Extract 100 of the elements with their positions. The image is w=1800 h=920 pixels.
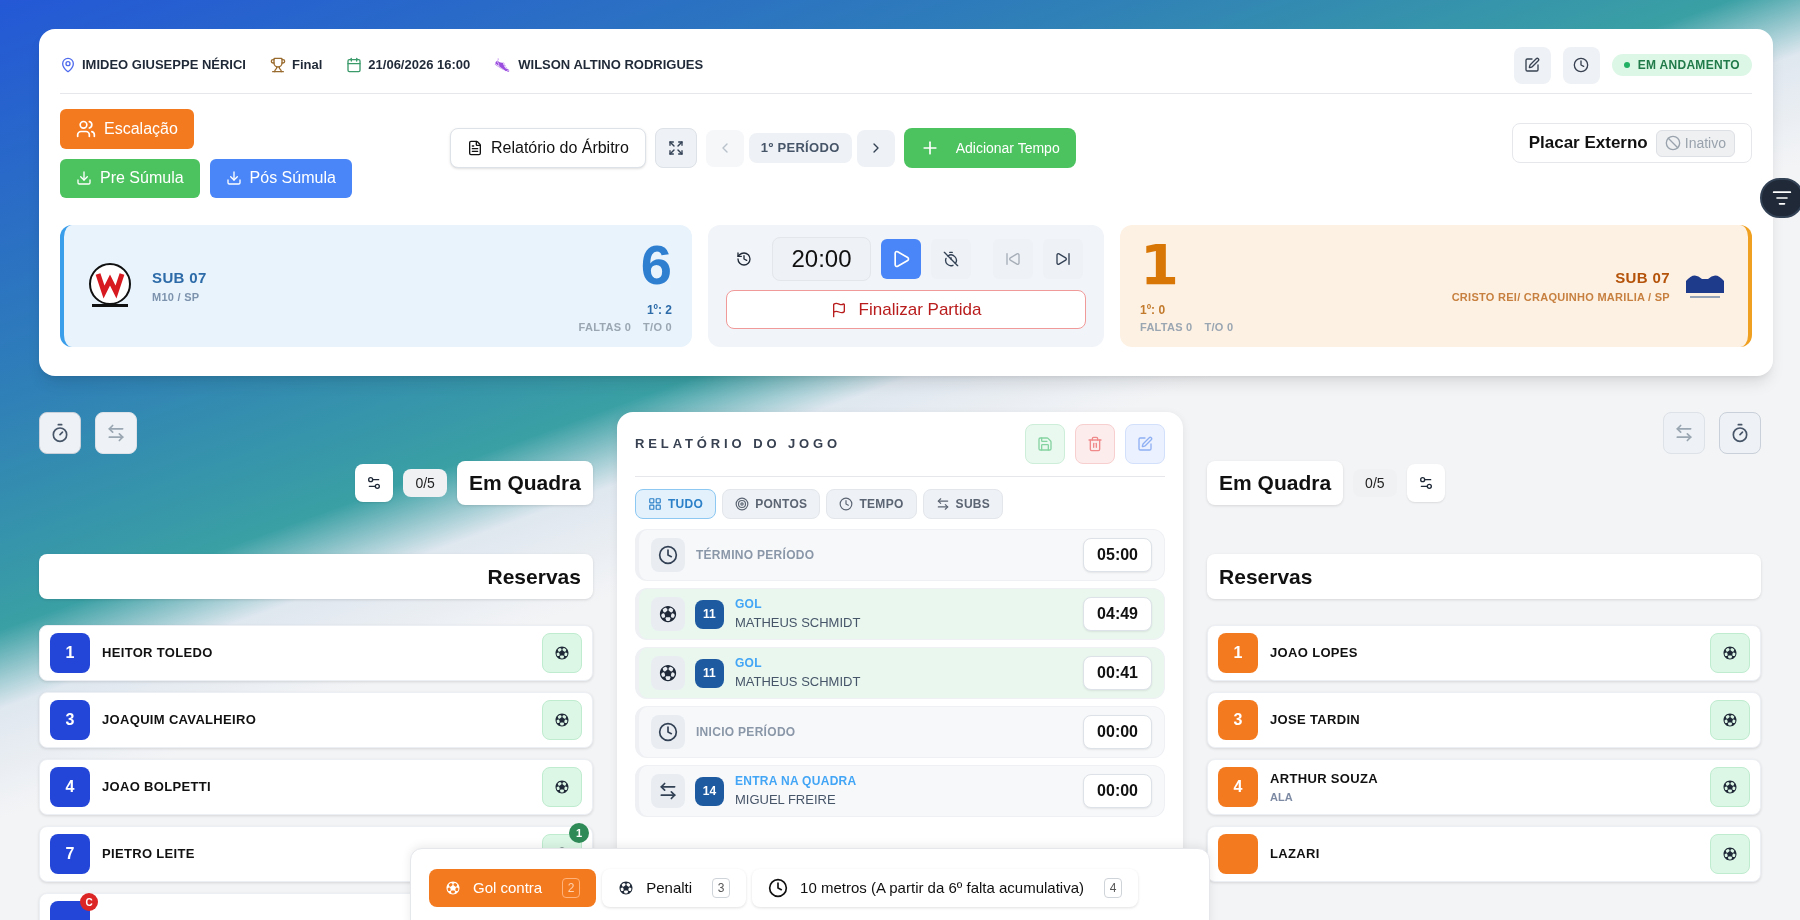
game-clock: 20:00 xyxy=(772,237,871,281)
goal-button[interactable] xyxy=(1710,767,1750,807)
report-title: RELATÓRIO DO JOGO xyxy=(634,435,842,454)
goal-button[interactable] xyxy=(1710,700,1750,740)
filter-tab[interactable]: TUDO xyxy=(634,489,717,519)
skip-back-icon xyxy=(1005,251,1021,267)
download-icon xyxy=(76,170,92,186)
timeouts-count: T/O 0 xyxy=(643,319,672,335)
player-name: JOSE TARDIN xyxy=(1270,711,1361,730)
clock-icon xyxy=(657,545,678,565)
goal-button[interactable] xyxy=(541,700,582,740)
goal-button[interactable] xyxy=(541,633,582,673)
player-name: MIGUEL FREIRE xyxy=(734,791,837,810)
save-icon xyxy=(1037,436,1054,452)
on-court-title: Em Quadra xyxy=(1207,461,1344,505)
goal-count-badge: 1 xyxy=(568,823,589,843)
jersey-number: 3 xyxy=(1218,700,1259,740)
event-type: INICIO PERÍODO xyxy=(695,723,796,741)
settings-button[interactable] xyxy=(1406,464,1445,502)
match-stage: Final xyxy=(292,56,323,75)
event-time: 00:00 xyxy=(1083,715,1153,749)
goal-button[interactable] xyxy=(1710,633,1750,673)
player-name: JOAO LOPES xyxy=(1270,644,1358,663)
play-icon xyxy=(891,249,911,269)
player-name: MATHEUS SCHMIDT xyxy=(734,614,861,633)
event-item[interactable]: 14 ENTRA NA QUADRA MIGUEL FREIRE 00:00 xyxy=(634,765,1166,817)
event-item[interactable]: 11 GOL MATHEUS SCHMIDT 04:49 xyxy=(634,588,1166,640)
event-type: TÉRMINO PERÍODO xyxy=(695,546,815,564)
trash-icon xyxy=(1087,436,1104,452)
referee-report-button[interactable]: Relatório do Árbitro xyxy=(450,128,646,168)
swap-arrows-icon xyxy=(935,497,950,511)
timer-button[interactable] xyxy=(1719,412,1761,454)
timer-off-icon xyxy=(943,251,959,267)
team-category: SUB 07 xyxy=(1615,267,1670,288)
on-court-title: Em Quadra xyxy=(456,461,593,505)
shortcut-key: 3 xyxy=(712,878,731,898)
timeouts-count: T/O 0 xyxy=(1204,319,1234,335)
event-item[interactable]: INICIO PERÍODO 00:00 xyxy=(634,706,1166,758)
player-name: PIETRO LEITE xyxy=(102,845,195,864)
history-button[interactable] xyxy=(1562,46,1600,84)
calendar-icon xyxy=(346,57,363,73)
penalty-option[interactable]: Gol contra 2 xyxy=(429,869,597,907)
users-icon xyxy=(76,118,96,139)
lineup-button[interactable]: Escalação xyxy=(60,108,194,149)
settings-icon xyxy=(1417,475,1434,491)
goal-button[interactable] xyxy=(541,767,582,807)
clock-icon xyxy=(657,722,678,742)
status-badge: EM ANDAMENTO xyxy=(1611,54,1752,76)
event-item[interactable]: 11 GOL MATHEUS SCHMIDT 00:41 xyxy=(634,647,1166,699)
filter-tab[interactable]: PONTOS xyxy=(722,489,821,519)
expand-icon xyxy=(667,140,684,156)
history-icon xyxy=(736,251,752,267)
download-icon xyxy=(225,170,242,186)
referee-name: WILSON ALTINO RODRIGUES xyxy=(518,56,704,75)
jersey-number: 11 xyxy=(694,658,724,688)
filter-tab[interactable]: SUBS xyxy=(922,489,1004,519)
event-type: ENTRA NA QUADRA xyxy=(734,773,857,791)
external-scoreboard-label: Placar Externo xyxy=(1528,132,1648,155)
jersey-number: 14 xyxy=(694,776,724,806)
event-type: GOL xyxy=(734,655,763,673)
event-time: 00:00 xyxy=(1083,774,1153,808)
event-time: 04:49 xyxy=(1083,597,1153,631)
penalty-option[interactable]: Penalti 3 xyxy=(602,869,747,907)
period-score: 1º: 0 xyxy=(1140,301,1166,319)
play-button[interactable] xyxy=(881,239,921,279)
edit-button[interactable] xyxy=(1513,46,1551,84)
grid-icon xyxy=(647,497,662,511)
fullscreen-button[interactable] xyxy=(654,128,697,168)
player-name: MATHEUS SCHMIDT xyxy=(734,673,861,692)
event-item[interactable]: TÉRMINO PERÍODO 05:00 xyxy=(634,529,1166,581)
floating-menu-button[interactable] xyxy=(1760,178,1800,218)
team-name: M10 / SP xyxy=(152,290,201,305)
clock-icon xyxy=(1573,57,1590,73)
jersey-number: 3 xyxy=(50,700,90,740)
filter-tab[interactable]: TEMPO xyxy=(826,489,917,519)
event-time: 05:00 xyxy=(1083,538,1153,572)
settings-icon xyxy=(366,475,383,491)
swap-arrows-icon xyxy=(1674,423,1694,443)
jersey-number: 1 xyxy=(1218,633,1259,673)
shortcut-key: 2 xyxy=(562,878,581,898)
clock-icon xyxy=(839,497,854,511)
flag-icon xyxy=(830,301,847,318)
document-icon xyxy=(467,140,483,156)
fouls-count: FALTAS 0 xyxy=(578,319,632,335)
team-name: CRISTO REI/ CRAQUINHO MARILIA / SP xyxy=(1451,290,1670,305)
goal-button[interactable] xyxy=(1710,834,1750,874)
reserves-title: Reservas xyxy=(487,563,581,590)
edit-icon xyxy=(1524,57,1541,73)
penalty-option[interactable]: 10 metros (A partir da 6º falta acumulativa) 4 xyxy=(752,869,1139,907)
event-time: 00:41 xyxy=(1083,656,1153,690)
stopwatch-icon xyxy=(1730,423,1750,443)
player-name: ARTHUR SOUZA xyxy=(1270,770,1378,788)
timer-button[interactable] xyxy=(39,412,81,454)
post-report-button[interactable]: Pós Súmula xyxy=(209,158,352,198)
finish-match-button[interactable]: Finalizar Partida xyxy=(726,290,1086,329)
option-label: 10 metros (A partir da 6º falta acumulativa) xyxy=(800,877,1085,898)
jersey-number: 4 xyxy=(1218,767,1259,807)
settings-button[interactable] xyxy=(355,464,394,502)
substitution-button[interactable] xyxy=(95,412,137,454)
list-icon xyxy=(1772,188,1792,208)
